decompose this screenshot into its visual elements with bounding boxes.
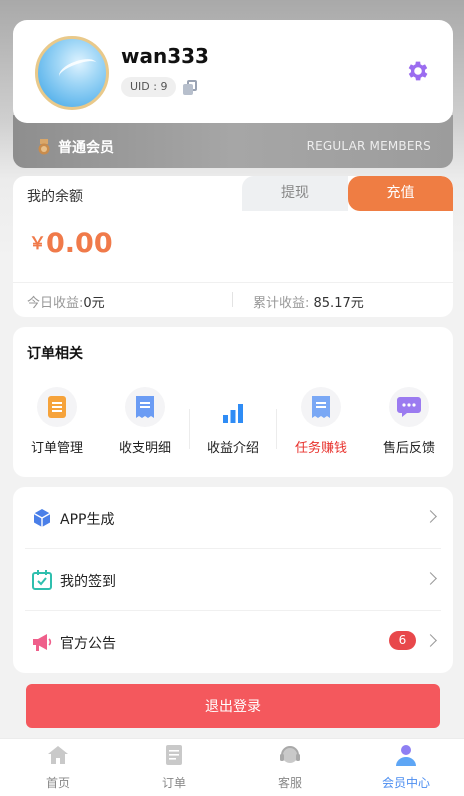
- withdraw-button[interactable]: 提现: [242, 176, 348, 211]
- balance-title: 我的余额: [27, 189, 83, 205]
- order-item-feedback[interactable]: 售后反馈: [369, 387, 449, 456]
- tab-label: 会员中心: [381, 776, 430, 790]
- receipt-icon: [125, 387, 165, 427]
- document-icon: [166, 745, 182, 765]
- medal-icon: [38, 139, 50, 155]
- divider: [276, 409, 277, 449]
- calendar-check-icon: [32, 570, 52, 590]
- orders-title: 订单相关: [27, 346, 83, 362]
- chevron-right-icon: [424, 572, 437, 585]
- balance-card: 我的余额 提现 充值 ￥0.00 今日收益:0元 累计收益: 85.17元: [13, 176, 453, 317]
- order-list-icon: [37, 387, 77, 427]
- menu-item-check-in[interactable]: 我的签到: [13, 549, 453, 611]
- menu-item-announcements[interactable]: 官方公告 6: [13, 611, 453, 673]
- orders-card: 订单相关 订单管理 收支明细 收益介绍 任务赚钱 售后反馈: [13, 327, 453, 477]
- member-level: 普通会员: [58, 140, 114, 156]
- menu-item-app-generate[interactable]: APP生成: [13, 487, 453, 549]
- tab-member-center[interactable]: 会员中心: [348, 744, 464, 791]
- divider: [189, 409, 190, 449]
- order-item-ledger[interactable]: 收支明细: [105, 387, 185, 456]
- cube-icon: [33, 509, 51, 527]
- uid-badge: UID : 9: [121, 77, 177, 97]
- username: wan333: [121, 44, 209, 68]
- menu-item-label: APP生成: [60, 512, 115, 528]
- tab-label: 订单: [161, 776, 186, 790]
- tab-bar: 首页 订单 客服 会员中心: [0, 738, 464, 796]
- balance-amount: ￥0.00: [29, 228, 113, 259]
- tab-customer-service[interactable]: 客服: [232, 744, 348, 791]
- today-earnings-label: 今日收益:: [27, 296, 84, 311]
- chevron-right-icon: [424, 634, 437, 647]
- today-earnings: 今日收益:0元: [27, 292, 105, 311]
- total-earnings-value: 85.17元: [313, 296, 364, 311]
- menu-card: APP生成 我的签到 官方公告 6: [13, 487, 453, 673]
- order-item-tasks[interactable]: 任务赚钱: [281, 387, 361, 456]
- tab-label: 客服: [277, 776, 302, 790]
- chat-bubble-icon: [389, 387, 429, 427]
- today-earnings-value: 0元: [83, 296, 105, 311]
- task-receipt-icon: [301, 387, 341, 427]
- total-earnings-label: 累计收益:: [253, 296, 314, 311]
- order-item-label: 订单管理: [30, 441, 83, 456]
- megaphone-icon: [33, 634, 52, 651]
- avatar[interactable]: [35, 36, 109, 110]
- order-item-label: 任务赚钱: [294, 441, 347, 456]
- menu-item-label: 官方公告: [60, 636, 116, 652]
- user-icon: [396, 745, 416, 766]
- divider: [13, 282, 453, 283]
- total-earnings: 累计收益: 85.17元: [253, 292, 364, 311]
- gear-icon[interactable]: [405, 58, 431, 84]
- order-item-label: 售后反馈: [382, 441, 435, 456]
- notification-badge: 6: [389, 631, 416, 650]
- chevron-right-icon: [424, 510, 437, 523]
- order-item-earnings-intro[interactable]: 收益介绍: [193, 393, 273, 456]
- recharge-button[interactable]: 充值: [348, 176, 453, 211]
- tab-home[interactable]: 首页: [0, 744, 116, 791]
- balance-value: 0.00: [46, 228, 113, 259]
- copy-icon[interactable]: [183, 80, 197, 95]
- logout-button[interactable]: 退出登录: [26, 684, 440, 728]
- order-item-manage[interactable]: 订单管理: [17, 387, 97, 456]
- home-icon: [48, 746, 68, 764]
- tab-orders[interactable]: 订单: [116, 744, 232, 791]
- menu-item-label: 我的签到: [60, 574, 116, 590]
- divider: [232, 292, 233, 307]
- profile-card: wan333 UID : 9: [13, 20, 453, 123]
- bar-chart-icon: [213, 393, 253, 433]
- tab-label: 首页: [45, 776, 70, 790]
- member-level-en: REGULAR MEMBERS: [306, 139, 431, 153]
- headset-icon: [280, 746, 300, 763]
- order-item-label: 收益介绍: [206, 441, 259, 456]
- currency-symbol: ￥: [29, 234, 46, 254]
- order-item-label: 收支明细: [118, 441, 171, 456]
